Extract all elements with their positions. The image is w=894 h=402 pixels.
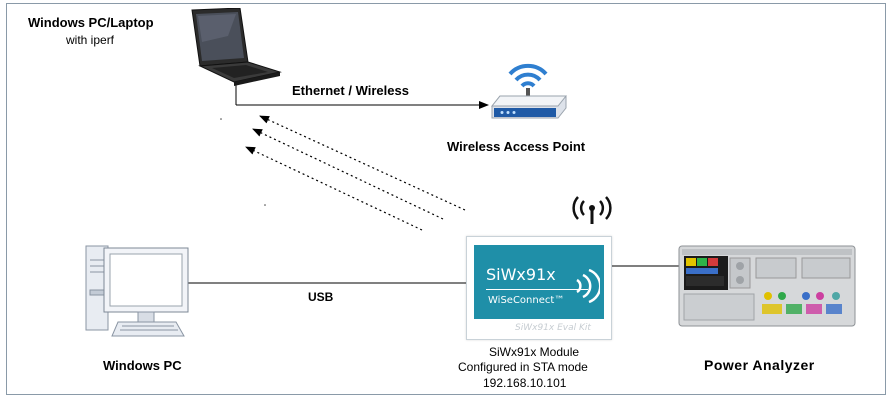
wireless-waves-icon — [576, 269, 600, 303]
module-ip-address: 192.168.10.101 — [483, 376, 567, 390]
module-caption-line2: Configured in STA mode — [458, 360, 588, 374]
chip-brand: WiSeConnect™ — [488, 295, 565, 306]
network-diagram: Windows PC/Laptop with iperf Ethernet / … — [0, 0, 894, 402]
antenna-icon — [572, 196, 612, 224]
eval-kit-label: SiWx91x Eval Kit — [515, 323, 591, 333]
power-analyzer-label: Power Analyzer — [704, 357, 815, 373]
desktop-pc-icon — [85, 245, 189, 337]
chip-name: SiWx91x — [486, 265, 556, 284]
chip-divider — [486, 289, 588, 290]
usb-label: USB — [308, 290, 334, 304]
siwx91x-eval-kit: SiWx91x WiSeConnect™ SiWx91x Eval Kit — [466, 236, 612, 340]
power-analyzer-icon — [678, 245, 856, 327]
module-caption-line1: SiWx91x Module — [489, 345, 580, 359]
windows-pc-label: Windows PC — [103, 358, 182, 373]
module-card: SiWx91x WiSeConnect™ — [474, 245, 604, 319]
